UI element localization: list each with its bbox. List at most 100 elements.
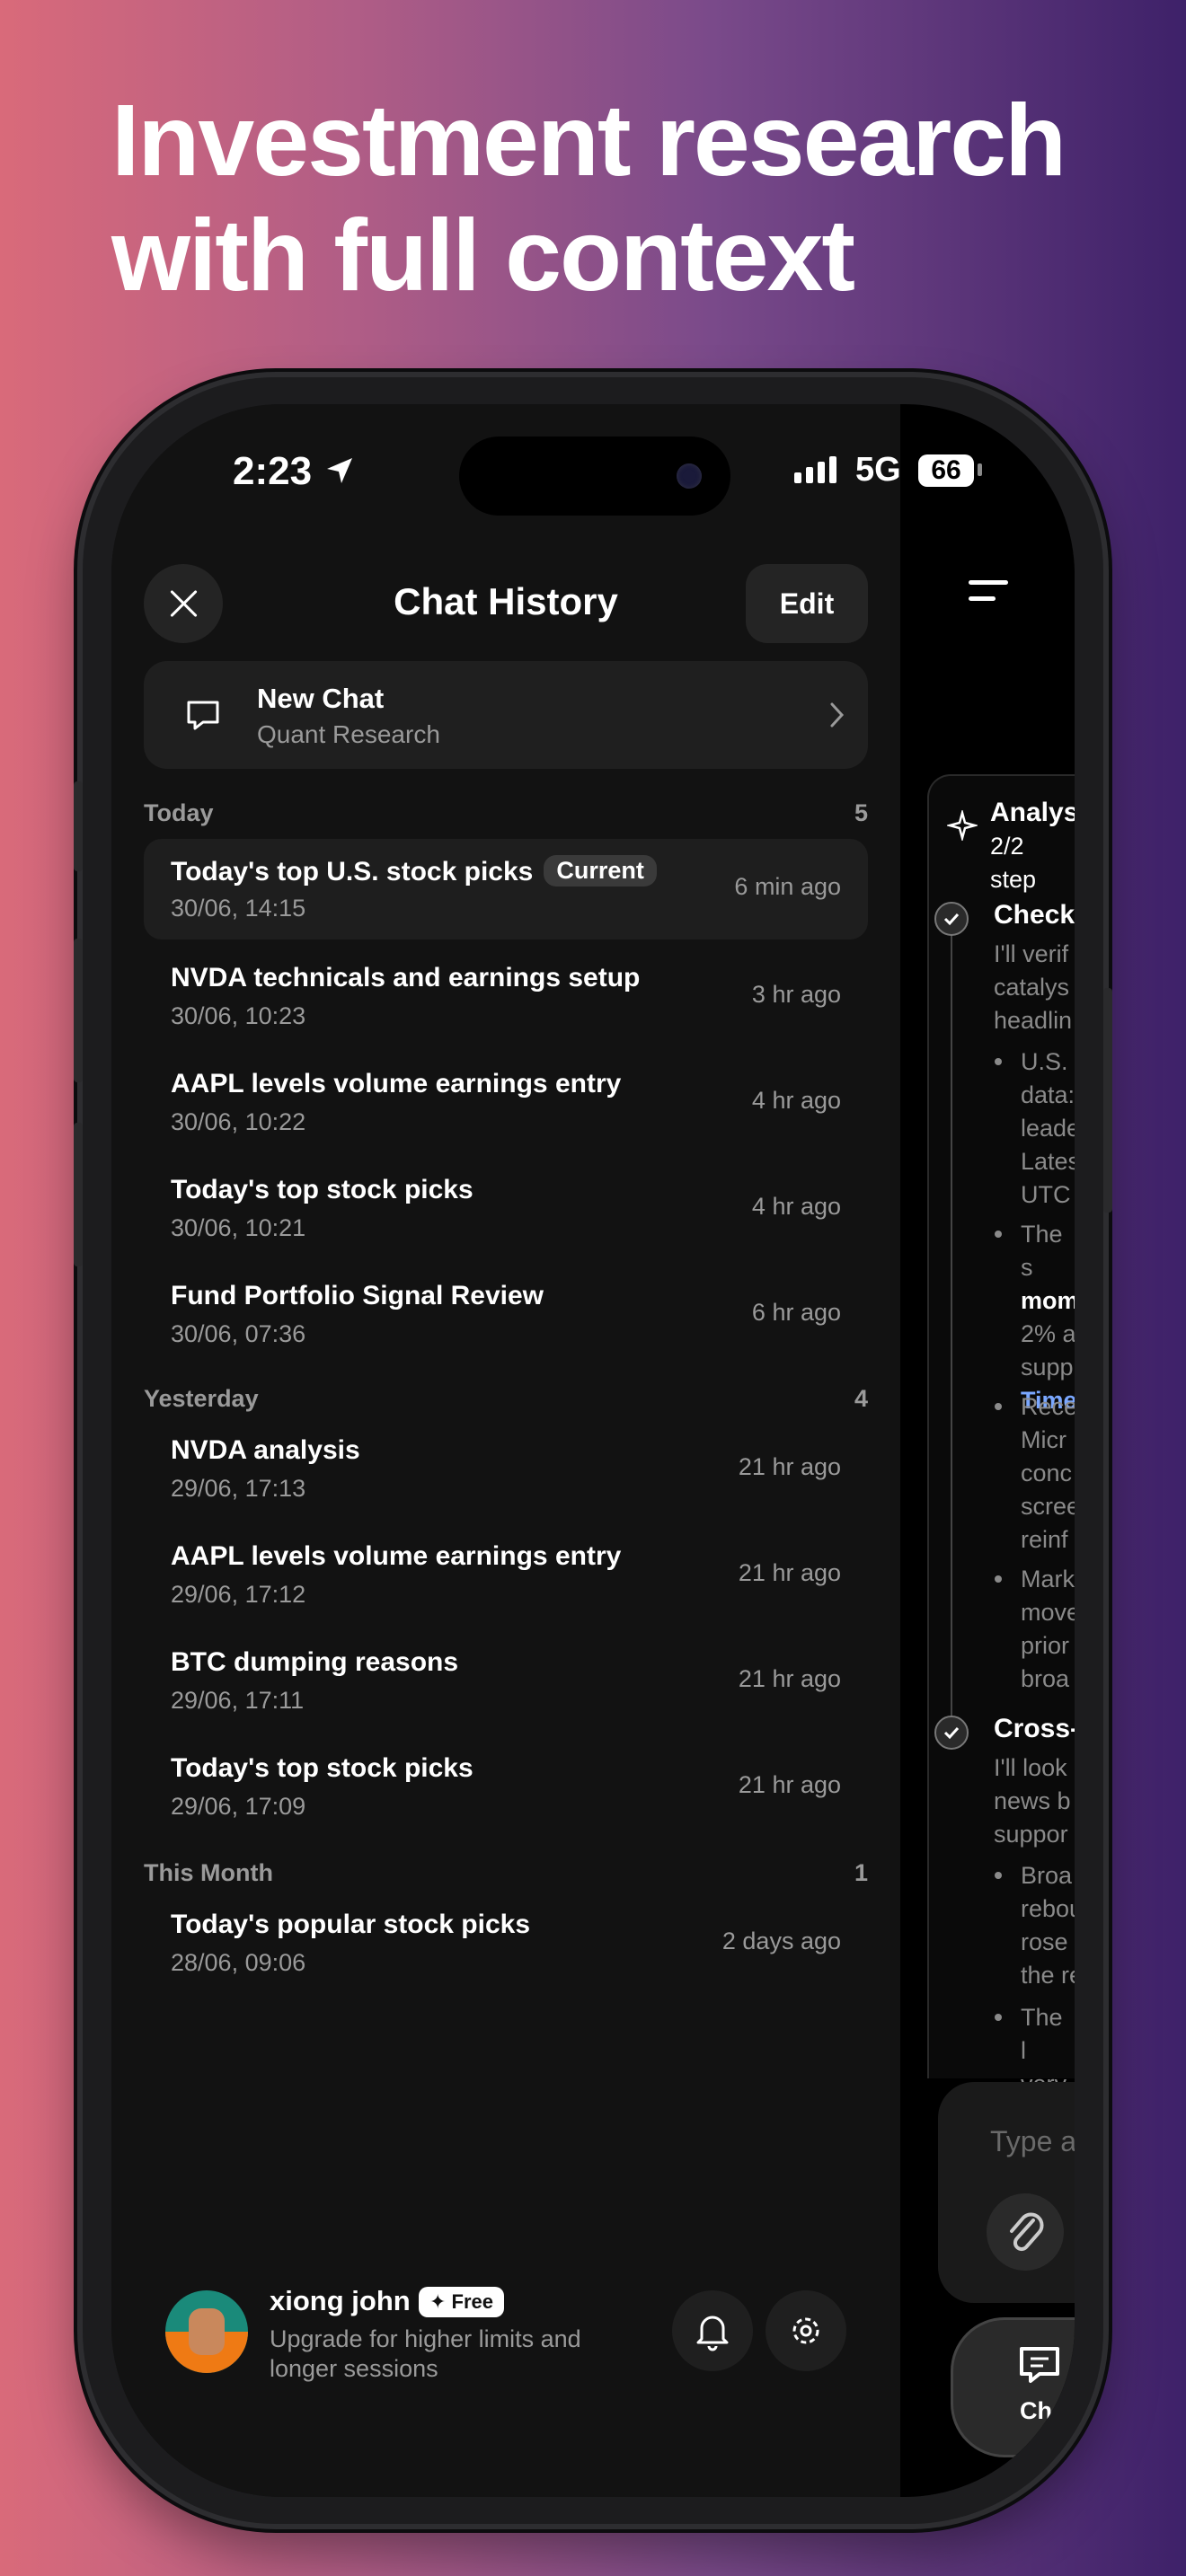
- chat-date: 30/06, 10:22: [171, 1108, 306, 1135]
- menu-icon[interactable]: [965, 577, 1012, 607]
- bullet-dots-2: [995, 1872, 1002, 2021]
- bullet-5: Broarebourosethe re: [1021, 1862, 1075, 1989]
- chat-date: 30/06, 14:15: [171, 895, 306, 922]
- chat-date: 29/06, 17:12: [171, 1581, 306, 1608]
- volume-down-button: [74, 1123, 83, 1266]
- action-button: [74, 781, 83, 871]
- chat-time-ago: 4 hr ago: [751, 1087, 841, 1114]
- power-button: [1103, 988, 1112, 1213]
- notifications-button[interactable]: [672, 2290, 753, 2371]
- chat-time-ago: 4 hr ago: [751, 1193, 841, 1220]
- bullet-4: Mark move prior broa: [1021, 1566, 1075, 1692]
- volume-up-button: [74, 939, 83, 1082]
- step-2-check-icon: [934, 1716, 969, 1750]
- chat-item[interactable]: Today's top stock picks 30/06, 10:21 4 h…: [144, 1159, 868, 1259]
- chat-time-ago: 21 hr ago: [738, 1453, 841, 1480]
- chat-time-ago: 2 days ago: [721, 1928, 841, 1954]
- chat-item[interactable]: AAPL levels volume earnings entry 30/06,…: [144, 1053, 868, 1153]
- sparkle-icon: [947, 810, 978, 841]
- chat-time-ago: 3 hr ago: [751, 981, 841, 1008]
- step-2-text: I'll look news b suppor: [994, 1754, 1071, 1848]
- section-count: 5: [854, 799, 868, 826]
- chat-item[interactable]: Today's top stock picks 29/06, 17:09 21 …: [144, 1737, 868, 1838]
- settings-button[interactable]: [766, 2290, 846, 2371]
- battery-tip: [978, 463, 982, 476]
- status-time: 2:23: [233, 449, 313, 493]
- chat-item[interactable]: NVDA technicals and earnings setup 30/06…: [144, 947, 868, 1047]
- chat-bubble-icon: [187, 701, 219, 730]
- battery-icon: 66: [918, 454, 974, 487]
- chat-title: Today's popular stock picks: [171, 1910, 531, 1939]
- gear-icon: [792, 2317, 819, 2344]
- chevron-right-icon: [830, 702, 845, 728]
- section-header-this-month: This Month 1: [144, 1859, 868, 1886]
- network-type: 5G: [855, 451, 901, 489]
- chat-title: Fund Portfolio Signal Review: [171, 1281, 544, 1310]
- chat-item[interactable]: NVDA analysis 29/06, 17:13 21 hr ago: [144, 1419, 868, 1520]
- chat-item[interactable]: BTC dumping reasons 29/06, 17:11 21 hr a…: [144, 1631, 868, 1732]
- dynamic-island: [459, 437, 730, 516]
- bell-icon: [696, 2316, 729, 2351]
- bullet-1: U.S. data: leade Lates UTC: [1021, 1048, 1075, 1208]
- chat-tab-label: Cha: [1020, 2397, 1067, 2424]
- step-1-check-icon: [934, 902, 969, 936]
- edit-button[interactable]: Edit: [746, 564, 868, 643]
- section-count: 1: [854, 1859, 868, 1886]
- location-arrow-icon: [327, 458, 352, 483]
- chat-title: AAPL levels volume earnings entry: [171, 1541, 622, 1571]
- step-connector: [951, 922, 952, 1730]
- step-1-title: Check: [994, 900, 1075, 930]
- attach-button[interactable]: [987, 2193, 1064, 2271]
- plan-badge: ✦ Free: [419, 2287, 505, 2317]
- bullet-2: The s mom 2% a supp Time: [1021, 1218, 1075, 1417]
- chat-bubble-icon: [1020, 2347, 1059, 2383]
- chat-item[interactable]: AAPL levels volume earnings entry 29/06,…: [144, 1525, 868, 1626]
- chat-date: 29/06, 17:13: [171, 1475, 306, 1502]
- chat-tab-button[interactable]: Cha: [951, 2317, 1075, 2457]
- analysis-steps: 2/2 step: [990, 833, 1037, 893]
- chat-date: 30/06, 10:23: [171, 1002, 306, 1029]
- chat-item[interactable]: Today's popular stock picks 28/06, 09:06…: [144, 1893, 868, 1994]
- chat-date: 30/06, 07:36: [171, 1320, 306, 1347]
- chat-title: NVDA analysis: [171, 1435, 360, 1465]
- user-name: xiong john: [270, 2285, 411, 2316]
- chat-time-ago: 6 hr ago: [751, 1299, 841, 1326]
- chat-title: NVDA technicals and earnings setup: [171, 963, 641, 992]
- chat-title: Today's top U.S. stock picks Current: [171, 855, 657, 887]
- bullet-3: Rece Micr conc scree reinf: [1021, 1393, 1075, 1553]
- paperclip-icon: [1010, 2212, 1044, 2252]
- chat-title: Today's top stock picks: [171, 1753, 474, 1783]
- current-badge: Current: [544, 855, 657, 887]
- phone-screen: Analys 2/2 step Check I'll verif catalys h…: [111, 404, 1075, 2497]
- chat-item[interactable]: Fund Portfolio Signal Review 30/06, 07:3…: [144, 1265, 868, 1365]
- avatar[interactable]: [165, 2290, 248, 2373]
- bullet-dots: [995, 1058, 1002, 1583]
- headline-line-2: with full context: [111, 198, 855, 312]
- signal-icon: [794, 456, 836, 483]
- chat-time-ago: 6 min ago: [734, 873, 841, 900]
- chat-time-ago: 21 hr ago: [738, 1559, 841, 1586]
- chat-item-current[interactable]: Today's top U.S. stock picks Current 30/0…: [144, 839, 868, 940]
- chat-date: 30/06, 10:21: [171, 1214, 306, 1241]
- section-count: 4: [854, 1385, 868, 1412]
- chat-title: BTC dumping reasons: [171, 1647, 459, 1677]
- upgrade-text[interactable]: Upgrade for higher limits and longer ses…: [270, 2325, 593, 2384]
- chat-title: AAPL levels volume earnings entry: [171, 1069, 622, 1098]
- step-2-title: Cross-: [994, 1714, 1075, 1743]
- chat-date: 29/06, 17:11: [171, 1687, 305, 1714]
- chat-history-drawer: Chat History Edit New Chat Quant Researc…: [111, 404, 900, 2497]
- section-header-today: Today 5: [144, 799, 868, 826]
- chat-title: Today's top stock picks: [171, 1175, 474, 1204]
- chat-time-ago: 21 hr ago: [738, 1665, 841, 1692]
- chat-time-ago: 21 hr ago: [738, 1771, 841, 1798]
- chat-date: 29/06, 17:09: [171, 1793, 306, 1820]
- message-placeholder: Type a: [990, 2125, 1075, 2157]
- headline-line-1: Investment research: [111, 84, 1067, 197]
- new-chat-subtitle: Quant Research: [257, 720, 440, 748]
- headline: Investment research with full context: [111, 83, 1145, 313]
- new-chat-title: New Chat: [257, 683, 385, 714]
- step-1-text: I'll verif catalys headlin: [994, 940, 1073, 1034]
- new-chat-button[interactable]: New Chat Quant Research: [144, 661, 868, 769]
- section-header-yesterday: Yesterday 4: [144, 1385, 868, 1412]
- chat-view-pane[interactable]: Analys 2/2 step Check I'll verif catalys h…: [900, 404, 1075, 2497]
